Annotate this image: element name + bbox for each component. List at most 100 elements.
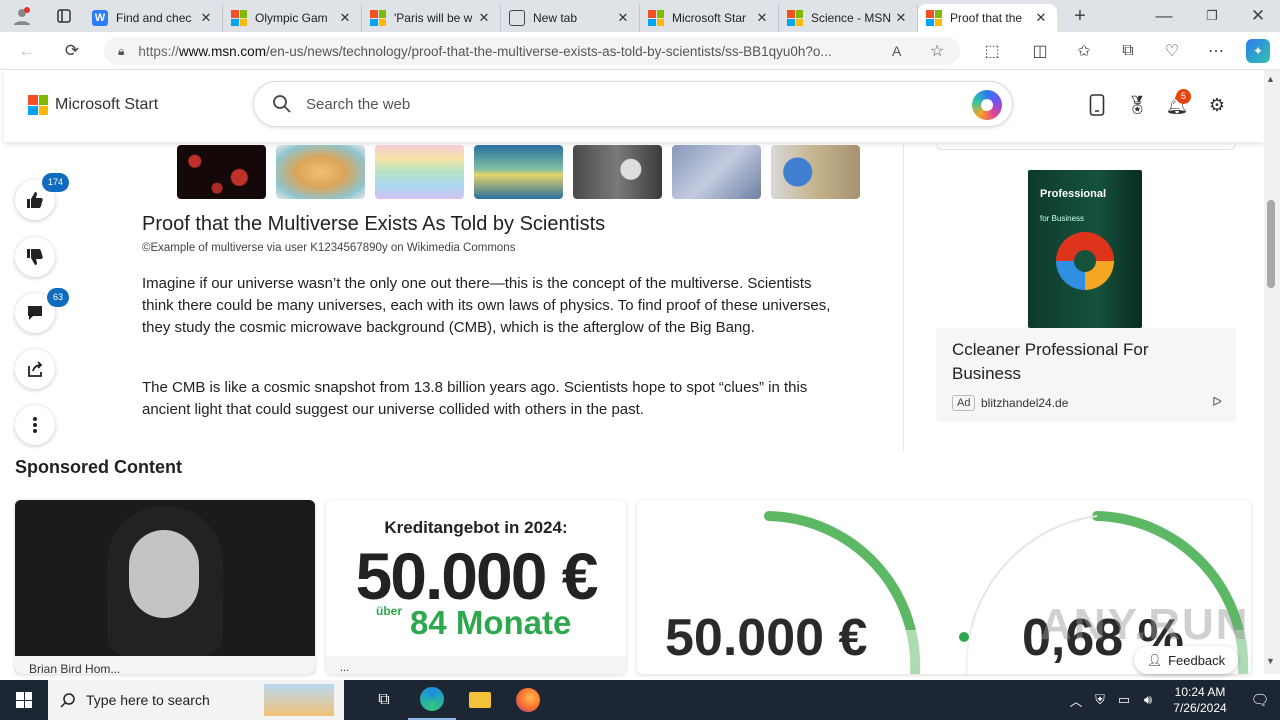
- ad-source[interactable]: blitzhandel24.de: [981, 396, 1068, 410]
- new-tab-icon[interactable]: +: [1063, 1, 1097, 31]
- close-tab-icon[interactable]: ✕: [476, 10, 492, 26]
- close-tab-icon[interactable]: ✕: [893, 10, 909, 26]
- profile-icon[interactable]: [0, 1, 44, 31]
- tab-title: Olympic Gam: [255, 11, 328, 25]
- ad-title[interactable]: Ccleaner Professional For Business: [952, 338, 1212, 386]
- search-icon: [273, 95, 291, 113]
- split-screen-icon[interactable]: ◫: [1028, 39, 1052, 63]
- browser-essentials-icon[interactable]: ♡: [1160, 39, 1184, 63]
- tab-microsoft-start[interactable]: Microsoft Star ✕: [640, 4, 779, 32]
- search-highlight-image: [264, 684, 334, 716]
- restore-icon[interactable]: ❐: [1196, 1, 1228, 31]
- scroll-down-arrow-icon[interactable]: ▼: [1266, 656, 1275, 666]
- page-scrollbar[interactable]: ▲ ▼: [1264, 70, 1280, 674]
- slide-thumbnail[interactable]: [177, 145, 266, 199]
- product-box-image: Professional for Business: [1028, 170, 1142, 328]
- scroll-up-arrow-icon[interactable]: ▲: [1266, 74, 1275, 84]
- rewards-icon[interactable]: 🏅︎: [1124, 92, 1150, 118]
- more-menu-icon[interactable]: ⋯: [1204, 39, 1228, 63]
- slide-thumbnail[interactable]: [771, 145, 860, 199]
- slide-thumbnail[interactable]: [672, 145, 761, 199]
- feedback-button[interactable]: 👤︎ Feedback: [1134, 646, 1238, 674]
- copilot-sidebar-icon[interactable]: ✦: [1246, 39, 1270, 63]
- credit-amount: 50.000 €: [355, 539, 599, 613]
- tab-new-tab[interactable]: New tab ✕: [501, 4, 640, 32]
- read-aloud-icon[interactable]: A: [892, 43, 901, 59]
- ad-card[interactable]: Professional for Business Ccleaner Profe…: [936, 160, 1236, 422]
- taskbar-clock[interactable]: 10:24 AM 7/26/2024: [1160, 684, 1240, 716]
- ad-label: Ad: [952, 395, 976, 411]
- slide-thumbnail[interactable]: [276, 145, 365, 199]
- card-source: Brian Bird Hom...: [15, 656, 315, 674]
- dislike-button[interactable]: [15, 237, 55, 277]
- sponsored-card[interactable]: Kreditangebot in 2024: 50.000 € über 84 …: [326, 500, 626, 674]
- url-path: /en-us/news/technology/proof-that-the-mu…: [265, 43, 832, 59]
- slide-thumbnail[interactable]: [375, 145, 464, 199]
- close-tab-icon[interactable]: ✕: [615, 10, 631, 26]
- tab-olympic-games[interactable]: Olympic Gam ✕: [223, 4, 362, 32]
- slide-thumbnail[interactable]: [474, 145, 563, 199]
- taskbar-search-box[interactable]: Type here to search: [48, 680, 344, 720]
- minimize-icon[interactable]: —: [1148, 1, 1180, 31]
- settings-gear-icon[interactable]: ⚙: [1204, 92, 1230, 118]
- image-credit: ©Example of multiverse via user K1234567…: [142, 242, 516, 254]
- windows-taskbar: Type here to search ⧉ ︿ ⛨ ▭ 🔊︎ 10:24 AM …: [0, 680, 1280, 720]
- previous-card-edge: [936, 142, 1236, 150]
- start-button[interactable]: [0, 680, 48, 720]
- tab-proof-multiverse[interactable]: Proof that the ✕: [918, 4, 1057, 32]
- msn-favicon-icon: [231, 10, 247, 26]
- url-prefix: https://: [138, 43, 179, 59]
- close-tab-icon[interactable]: ✕: [198, 10, 214, 26]
- action-center-icon[interactable]: 🗨︎: [1240, 691, 1280, 709]
- web-search-box[interactable]: Search the web: [253, 81, 1013, 127]
- microsoft-start-logo[interactable]: Microsoft Start: [28, 95, 158, 115]
- thumbs-up-icon: [27, 192, 43, 208]
- close-tab-icon[interactable]: ✕: [1033, 10, 1049, 26]
- taskbar-search-placeholder: Type here to search: [86, 692, 210, 708]
- sponsored-card[interactable]: Brian Bird Hom...: [15, 500, 315, 674]
- scrollbar-thumb[interactable]: [1267, 200, 1275, 288]
- ad-choices-icon[interactable]: ᐅ: [1212, 394, 1222, 410]
- favorites-icon[interactable]: ✩: [1072, 39, 1096, 63]
- search-placeholder: Search the web: [306, 95, 411, 113]
- close-tab-icon[interactable]: ✕: [337, 10, 353, 26]
- task-view-icon[interactable]: ⧉: [360, 680, 408, 720]
- column-divider: [903, 142, 904, 452]
- tab-find-and-check[interactable]: W Find and chec ✕: [84, 4, 223, 32]
- address-field[interactable]: 🔒︎ https://www.msn.com/en-us/news/techno…: [104, 37, 960, 65]
- article-paragraph: Imagine if our universe wasn’t the only …: [142, 275, 831, 336]
- slide-thumbnail[interactable]: [573, 145, 662, 199]
- extensions-icon[interactable]: ⬚: [980, 39, 1004, 63]
- security-tray-icon[interactable]: ⛨: [1088, 692, 1112, 708]
- edge-taskbar-icon[interactable]: [408, 680, 456, 720]
- mobile-app-icon[interactable]: [1084, 92, 1110, 118]
- more-options-button[interactable]: [15, 405, 55, 445]
- likes-count-badge: 174: [42, 173, 69, 192]
- file-explorer-icon[interactable]: [456, 680, 504, 720]
- close-tab-icon[interactable]: ✕: [754, 10, 770, 26]
- show-hidden-icons-icon[interactable]: ︿: [1064, 691, 1088, 710]
- volume-icon[interactable]: 🔊︎: [1136, 692, 1160, 708]
- more-vertical-icon: [33, 417, 37, 433]
- network-icon[interactable]: ▭: [1112, 692, 1136, 708]
- favorite-star-icon[interactable]: ☆: [930, 41, 944, 61]
- firefox-taskbar-icon[interactable]: [504, 680, 552, 720]
- close-window-icon[interactable]: ✕: [1242, 1, 1274, 31]
- search-icon: [60, 693, 75, 708]
- feedback-label: Feedback: [1168, 652, 1226, 668]
- collections-icon[interactable]: ⧉: [1116, 39, 1140, 63]
- tab-title: Science - MSN: [811, 11, 892, 25]
- tab-paris[interactable]: 'Paris will be w ✕: [362, 4, 501, 32]
- copilot-icon[interactable]: [972, 90, 1002, 120]
- address-toolbar: ← ⟳ 🔒︎ https://www.msn.com/en-us/news/te…: [0, 32, 1280, 70]
- thumbs-down-icon: [27, 249, 43, 265]
- tab-title: Proof that the: [950, 11, 1023, 25]
- tab-actions-icon[interactable]: [44, 1, 84, 31]
- sponsored-heading: Sponsored Content: [15, 457, 182, 477]
- msn-favicon-icon: [787, 10, 803, 26]
- refresh-icon[interactable]: ⟳: [55, 36, 89, 66]
- back-icon[interactable]: ←: [10, 36, 44, 66]
- tab-science-msn[interactable]: Science - MSN ✕: [779, 4, 918, 32]
- share-button[interactable]: [15, 349, 55, 389]
- lock-icon: 🔒︎: [118, 43, 125, 58]
